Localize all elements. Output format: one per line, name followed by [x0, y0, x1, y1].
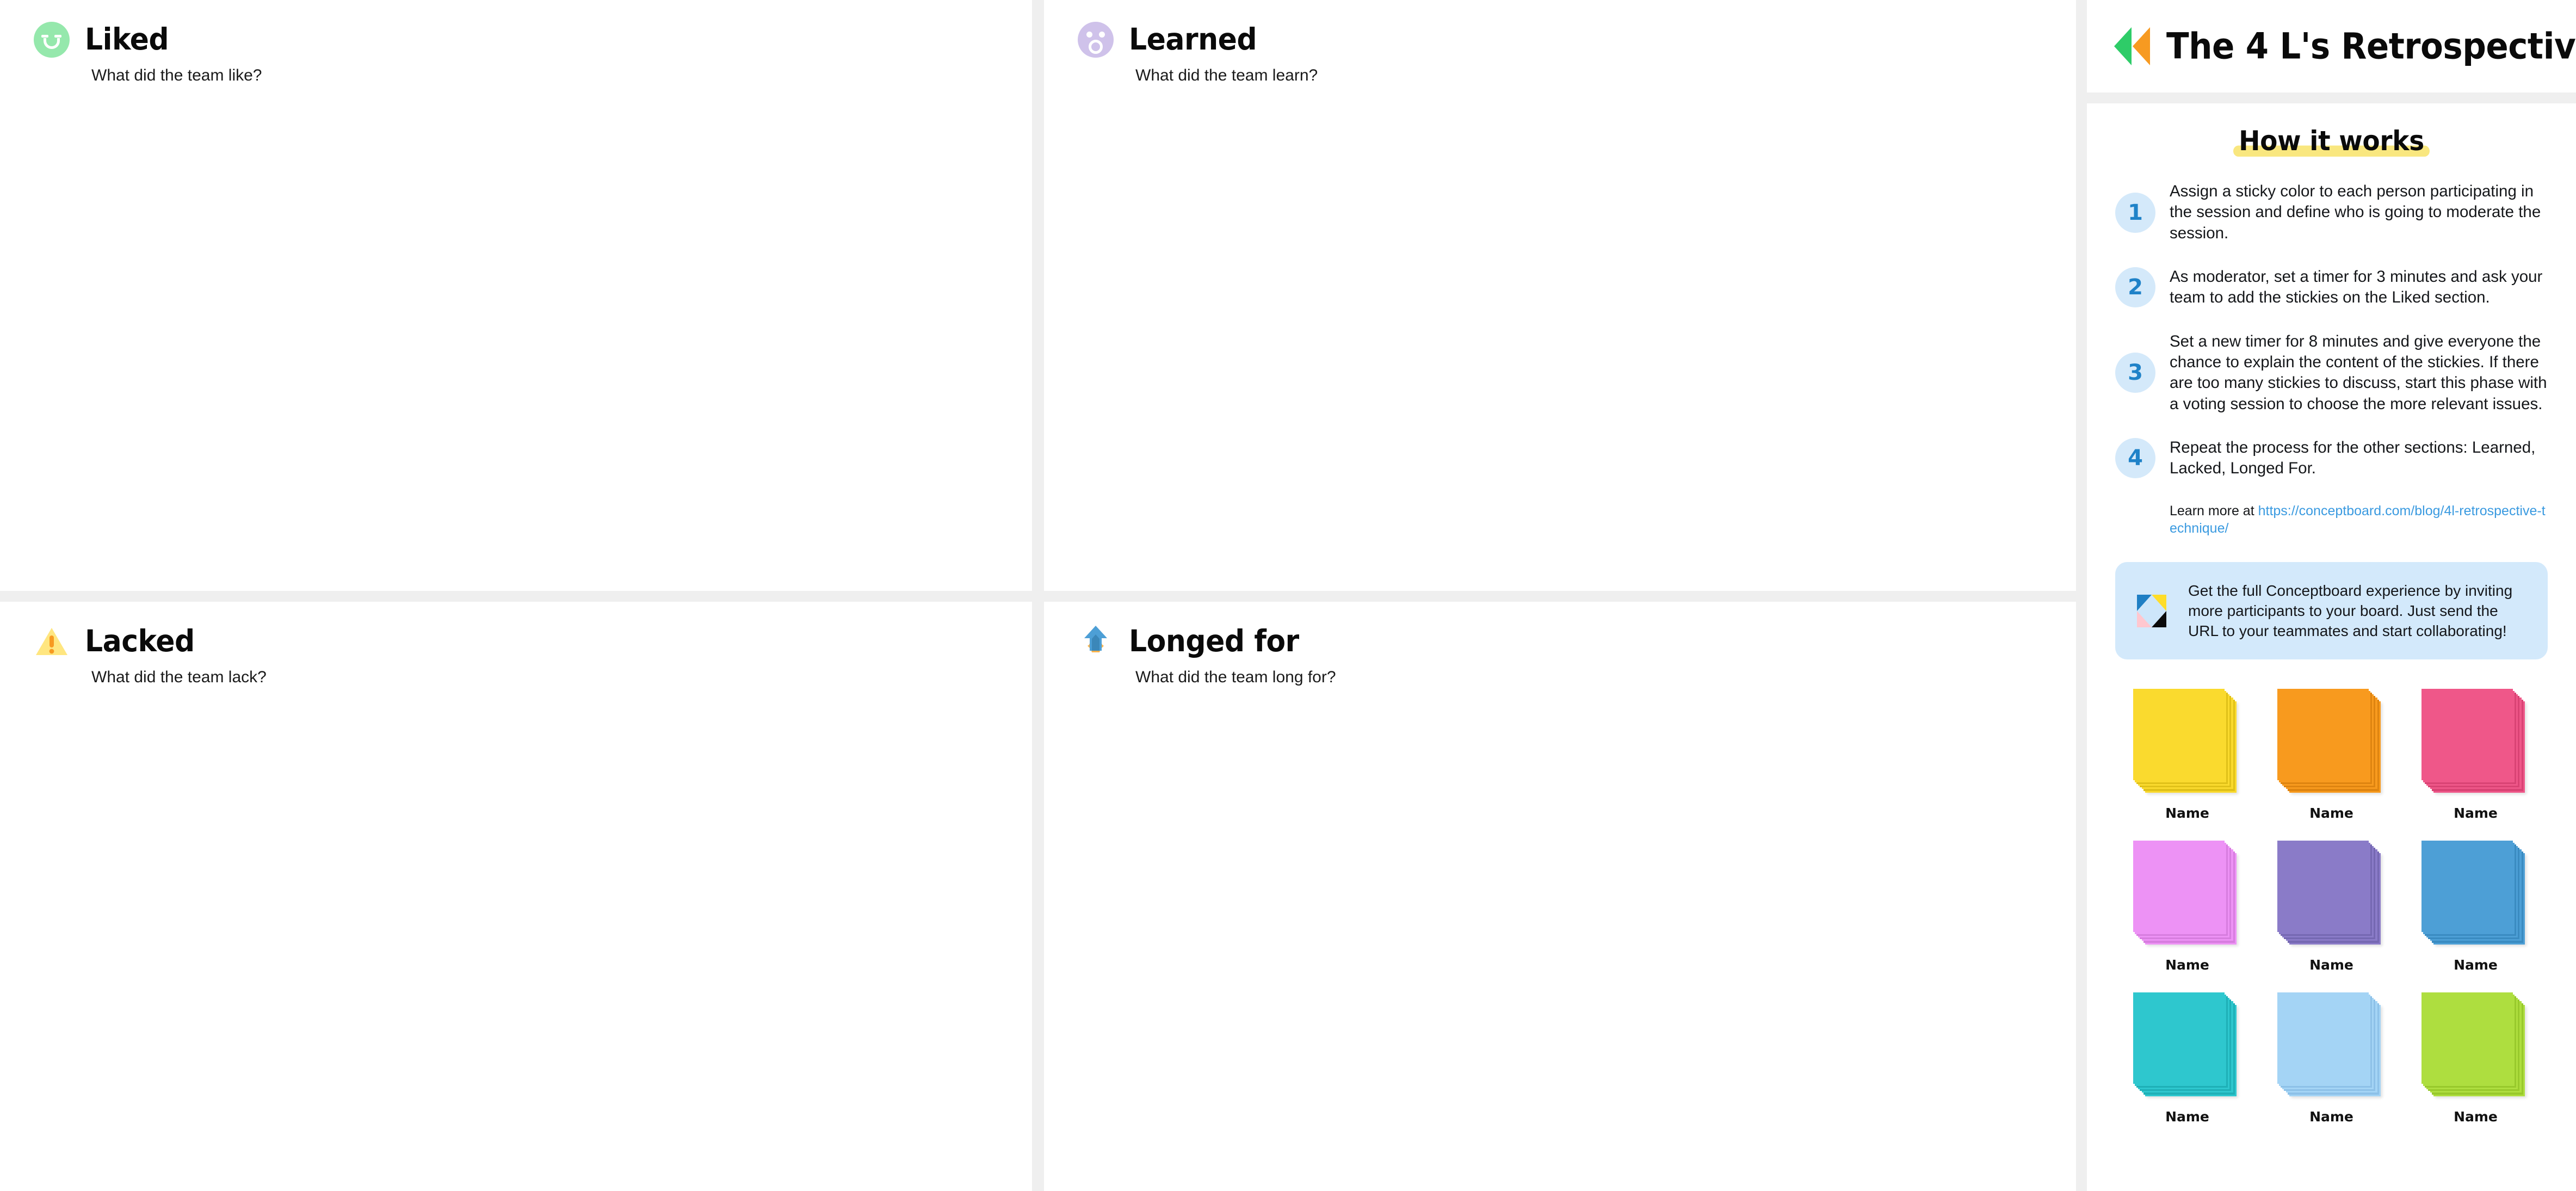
promo-text: Get the full Conceptboard experience by … [2188, 582, 2513, 640]
palette-swatch[interactable]: Name [2124, 689, 2251, 821]
step-text: Set a new timer for 8 minutes and give e… [2170, 332, 2547, 413]
quadrant-lacked-prompt: What did the team lack? [91, 668, 267, 686]
palette-swatch-label: Name [2165, 957, 2209, 973]
palette-swatch[interactable]: Name [2412, 689, 2540, 821]
how-it-works-section: How it works [2115, 103, 2548, 157]
step-number-badge: 4 [2115, 438, 2155, 479]
quadrant-learned-prompt: What did the team learn? [1135, 66, 1318, 84]
promo-card[interactable]: Get the full Conceptboard experience by … [2115, 561, 2548, 660]
sidebar-content: How it works 1 Assign a sticky color to … [2087, 103, 2576, 1191]
step-number-badge: 1 [2115, 192, 2155, 233]
palette-swatch-label: Name [2309, 957, 2353, 973]
rocket-icon [1078, 624, 1114, 659]
palette-swatch[interactable]: Name [2268, 689, 2395, 821]
quadrant-learned-title: Learned [1129, 22, 1257, 57]
learn-more-prefix: Learn more at [2170, 503, 2258, 519]
list-item: 3 Set a new timer for 8 minutes and give… [2115, 331, 2548, 415]
list-item: 2 As moderator, set a timer for 3 minute… [2115, 267, 2548, 308]
sticky-note-top-sheet[interactable] [2421, 841, 2513, 933]
step-number-badge: 2 [2115, 267, 2155, 308]
step-text: As moderator, set a timer for 3 minutes … [2170, 268, 2543, 307]
page-title: The 4 L's Retrospective [2166, 25, 2576, 67]
conceptboard-logo-icon [2135, 591, 2169, 631]
steps-list: 1 Assign a sticky color to each person p… [2115, 181, 2548, 479]
quadrant-lacked-header: Lacked [0, 602, 1032, 659]
quadrant-liked-prompt: What did the team like? [91, 66, 262, 84]
sticky-note-stack[interactable] [2133, 841, 2242, 949]
warning-triangle-icon [34, 624, 70, 659]
quadrant-lacked[interactable]: Lacked What did the team lack? [0, 602, 1032, 1191]
palette-swatch[interactable]: Name [2268, 841, 2395, 973]
sticky-note-stack[interactable] [2277, 689, 2386, 798]
sticky-note-top-sheet[interactable] [2277, 689, 2369, 781]
quadrant-longed-for-title: Longed for [1129, 624, 1299, 659]
palette-swatch[interactable]: Name [2124, 841, 2251, 973]
app-header: The 4 L's Retrospective [2087, 0, 2576, 92]
palette-swatch[interactable]: Name [2124, 992, 2251, 1125]
list-item: 4 Repeat the process for the other secti… [2115, 437, 2548, 479]
palette-swatch-label: Name [2309, 1109, 2353, 1125]
quadrant-longed-for-header: Longed for [1044, 602, 2076, 659]
quadrant-liked[interactable]: Liked What did the team like? [0, 0, 1032, 591]
sticky-note-top-sheet[interactable] [2133, 841, 2225, 933]
sticky-note-stack[interactable] [2133, 992, 2242, 1101]
sticky-color-palette: Name Name Name Name Name Name Name Name Name [2115, 689, 2548, 1125]
step-number-badge: 3 [2115, 353, 2155, 393]
how-it-works-heading: How it works [2233, 125, 2430, 157]
sticky-note-top-sheet[interactable] [2277, 992, 2369, 1084]
palette-swatch-label: Name [2309, 805, 2353, 822]
quadrant-longed-for[interactable]: Longed for What did the team long for? [1044, 602, 2076, 1191]
sticky-note-top-sheet[interactable] [2133, 689, 2225, 781]
quadrant-liked-header: Liked [0, 0, 1032, 58]
sticky-note-stack[interactable] [2421, 841, 2530, 949]
sidebar: The 4 L's Retrospective How it works 1 A… [2087, 0, 2576, 1191]
step-text: Repeat the process for the other section… [2170, 439, 2536, 478]
palette-swatch[interactable]: Name [2268, 992, 2395, 1125]
palette-swatch-label: Name [2165, 805, 2209, 822]
learn-more-text: Learn more at https://conceptboard.com/b… [2170, 502, 2548, 537]
sticky-note-top-sheet[interactable] [2133, 992, 2225, 1084]
palette-swatch-label: Name [2454, 957, 2498, 973]
quadrant-lacked-title: Lacked [85, 624, 195, 659]
quadrant-learned-header: Learned [1044, 0, 2076, 58]
sticky-note-top-sheet[interactable] [2421, 992, 2513, 1084]
step-text: Assign a sticky color to each person par… [2170, 182, 2541, 242]
sticky-note-stack[interactable] [2133, 689, 2242, 798]
list-item: 1 Assign a sticky color to each person p… [2115, 181, 2548, 244]
sticky-note-stack[interactable] [2277, 992, 2386, 1101]
sticky-note-top-sheet[interactable] [2277, 841, 2369, 933]
quadrant-longed-for-prompt: What did the team long for? [1135, 668, 1336, 686]
palette-swatch-label: Name [2454, 805, 2498, 822]
sticky-note-stack[interactable] [2421, 992, 2530, 1101]
sticky-note-top-sheet[interactable] [2421, 689, 2513, 781]
double-chevron-left-icon [2114, 25, 2151, 67]
sticky-note-stack[interactable] [2421, 689, 2530, 798]
quadrant-learned[interactable]: Learned What did the team learn? [1044, 0, 2076, 591]
smiley-face-icon [34, 22, 70, 58]
palette-swatch-label: Name [2454, 1109, 2498, 1125]
surprised-face-icon [1078, 22, 1114, 58]
palette-swatch-label: Name [2165, 1109, 2209, 1125]
palette-swatch[interactable]: Name [2412, 841, 2540, 973]
quadrant-liked-title: Liked [85, 22, 169, 57]
retrospective-board: Liked What did the team like? Learned Wh… [0, 0, 2576, 1191]
palette-swatch[interactable]: Name [2412, 992, 2540, 1125]
sticky-note-stack[interactable] [2277, 841, 2386, 949]
